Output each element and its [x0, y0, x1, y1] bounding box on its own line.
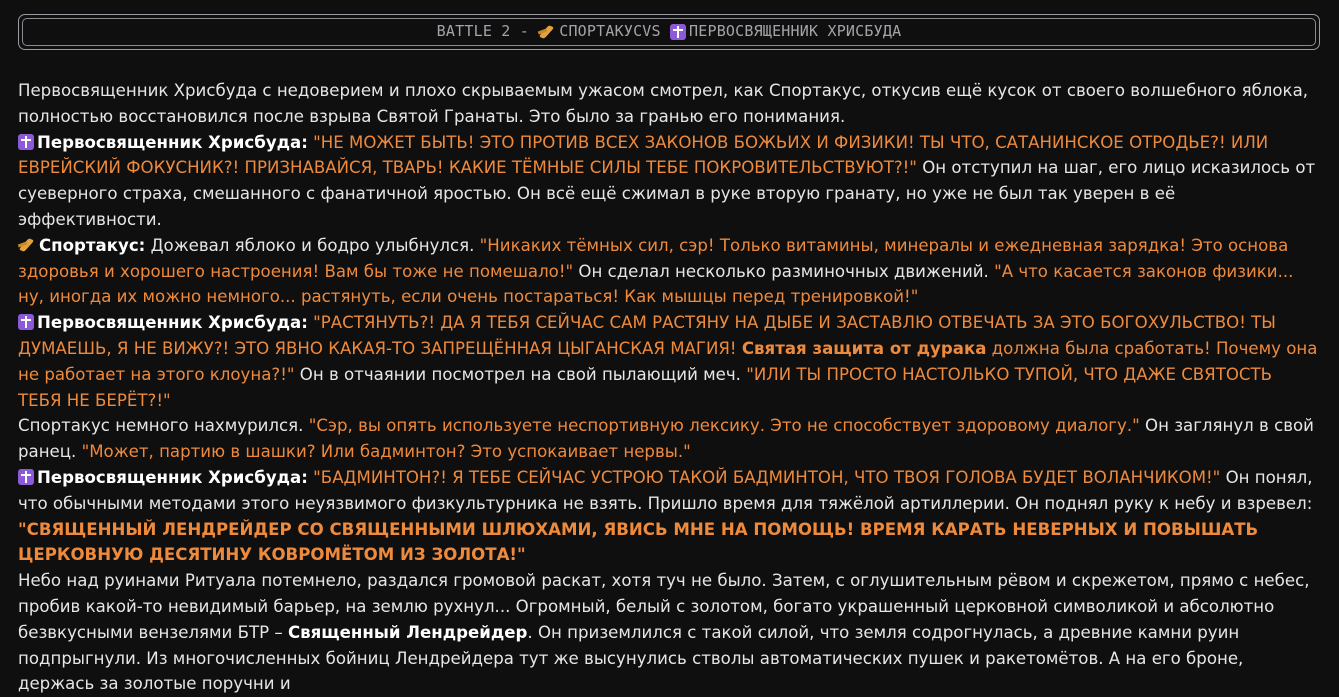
battle-header-inner: BATTLE 2 - СПОРТАКУС VS ПЕРВОСВЯЩЕННИК Х… [22, 18, 1316, 46]
dialogue-priest: Первосвященник Хрисбуда: "РАСТЯНУТЬ?! ДА… [18, 310, 1320, 413]
quote-bold: Святая защита от дурака [741, 338, 987, 358]
dialogue-priest: Первосвященник Хрисбуда: "БАДМИНТОН?! Я … [18, 465, 1320, 517]
narration-paragraph: Спортакус немного нахмурился. "Сэр, вы о… [18, 413, 1320, 465]
narration-text: Он сделал несколько разминочных движений… [573, 261, 995, 281]
latin-cross-icon [18, 314, 34, 331]
dialogue-sportacus: Спортакус: Дожевал яблоко и бодро улыбну… [18, 233, 1320, 310]
narration-text: Первосвященник Хрисбуда с недоверием и п… [18, 81, 1309, 126]
quote-text: "Может, партию в шашки? Или бадминтон? Э… [81, 442, 691, 462]
latin-cross-icon [670, 24, 686, 40]
narration-text: Дожевал яблоко и бодро улыбнулся. [145, 235, 480, 255]
latin-cross-icon [18, 468, 34, 485]
story-text: Первосвященник Хрисбуда с недоверием и п… [18, 78, 1320, 697]
narration-text: Спортакус немного нахмурился. [18, 416, 309, 436]
speaker-name: Спортакус: [39, 235, 146, 255]
battle-header: BATTLE 2 - СПОРТАКУС VS ПЕРВОСВЯЩЕННИК Х… [18, 14, 1320, 50]
landraider-name: Священный Лендрейдер [287, 622, 528, 642]
narration-paragraph: Первосвященник Хрисбуда с недоверием и п… [18, 78, 1320, 130]
narration-text: Он в отчаянии посмотрел на свой пылающий… [294, 364, 747, 384]
shout-quote: "СВЯЩЕННЫЙ ЛЕНДРЕЙДЕР СО СВЯЩЕННЫМИ ШЛЮХ… [18, 519, 1259, 565]
vs-label: VS [642, 22, 661, 41]
quote-text: "БАДМИНТОН?! Я ТЕБЕ СЕЙЧАС УСТРОЮ ТАКОЙ … [313, 467, 1221, 487]
narration-paragraph: Небо над руинами Ритуала потемнело, разд… [18, 568, 1320, 697]
fighter1-name: СПОРТАКУС [559, 22, 643, 41]
speaker-name: Первосвященник Хрисбуда: [37, 313, 308, 333]
runner-icon [18, 237, 36, 253]
battle-label: BATTLE 2 - [436, 22, 529, 41]
fighter2-name: ПЕРВОСВЯЩЕННИК ХРИСБУДА [689, 22, 902, 41]
quote-text: "Сэр, вы опять используете неспортивную … [308, 416, 1140, 436]
runner-icon [538, 24, 556, 40]
speaker-name: Первосвященник Хрисбуда: [37, 467, 308, 487]
speaker-name: Первосвященник Хрисбуда: [37, 132, 308, 152]
latin-cross-icon [18, 133, 34, 150]
shout-paragraph: "СВЯЩЕННЫЙ ЛЕНДРЕЙДЕР СО СВЯЩЕННЫМИ ШЛЮХ… [18, 517, 1320, 569]
dialogue-priest: Первосвященник Хрисбуда: "НЕ МОЖЕТ БЫТЬ!… [18, 130, 1320, 233]
